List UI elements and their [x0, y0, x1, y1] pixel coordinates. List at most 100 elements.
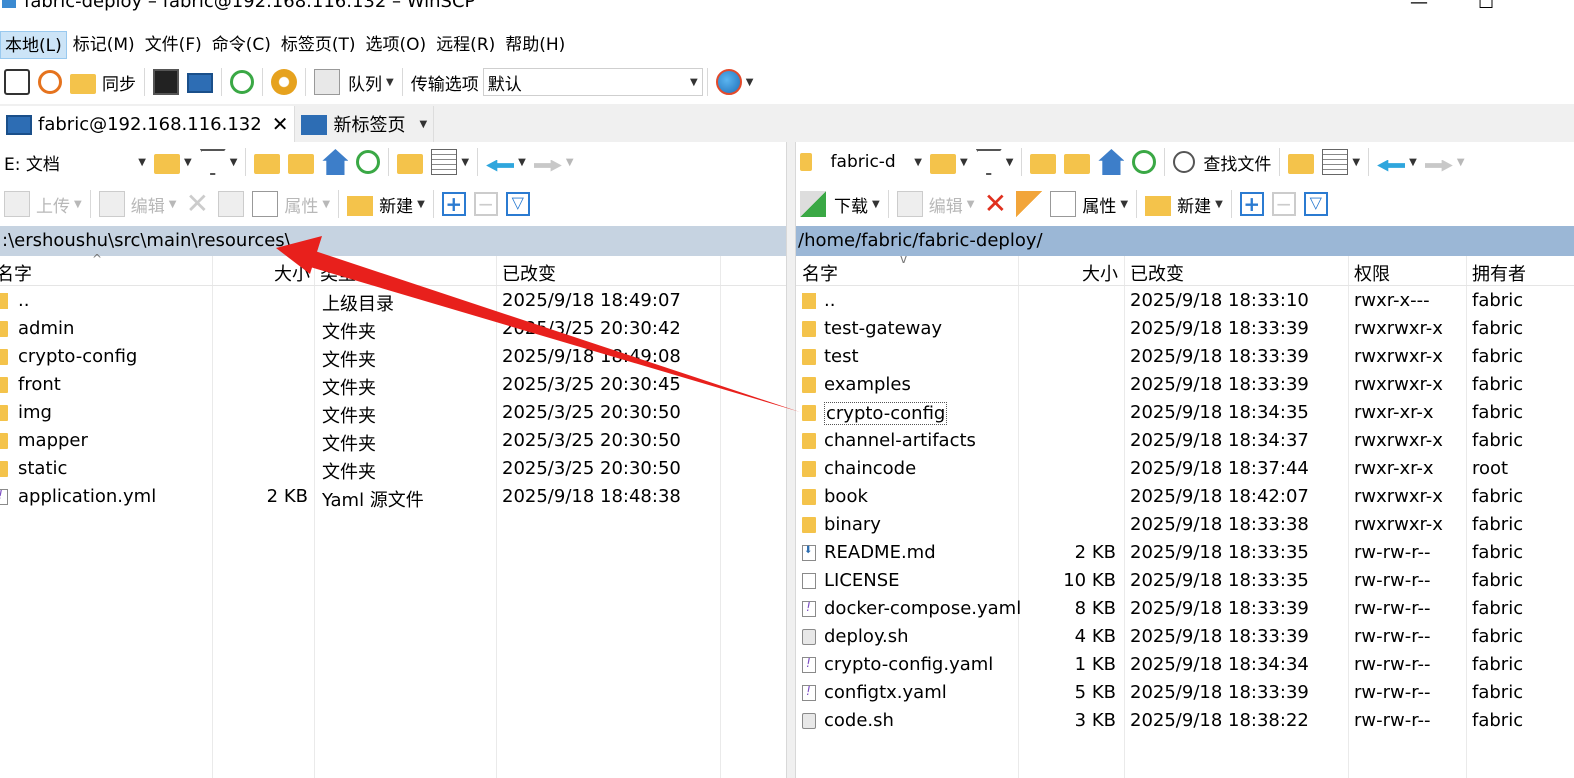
- upload-button[interactable]: 上传 ▼: [0, 188, 86, 220]
- file-row[interactable]: code.sh 3 KB 2025/9/18 18:38:22 rw-rw-r-- fa…: [796, 706, 1574, 734]
- putty-button[interactable]: [183, 66, 217, 98]
- parent-directory-button[interactable]: [250, 146, 284, 178]
- pane-splitter[interactable]: [786, 142, 796, 778]
- forward-button[interactable]: ▼: [530, 146, 578, 178]
- file-row[interactable]: configtx.yaml 5 KB 2025/9/18 18:33:39 rw-rw…: [796, 678, 1574, 706]
- remote-rename-button[interactable]: [1012, 188, 1046, 220]
- select-all-button[interactable]: ▽: [502, 188, 534, 220]
- file-row[interactable]: crypto-config 2025/9/18 18:34:35 rwxr-xr-x…: [796, 398, 1574, 426]
- find-files-button[interactable]: 查找文件: [1169, 146, 1275, 178]
- rename-button[interactable]: [214, 188, 248, 220]
- close-tab-icon[interactable]: ✕: [272, 112, 289, 136]
- synchronize-button[interactable]: 同步: [66, 66, 140, 98]
- remote-columns-button[interactable]: ▼: [1318, 146, 1364, 178]
- file-row[interactable]: .. 2025/9/18 18:33:10 rwxr-x--- fabric: [796, 286, 1574, 314]
- file-row[interactable]: book 2025/9/18 18:42:07 rwxrwxr-x fabric: [796, 482, 1574, 510]
- properties-button[interactable]: 属性 ▼: [248, 188, 334, 220]
- menu-files[interactable]: 文件(F): [141, 31, 206, 59]
- column-header-size[interactable]: 大小: [1082, 260, 1118, 286]
- refresh-session-button[interactable]: [226, 66, 258, 98]
- remote-unselect-files-button[interactable]: −: [1268, 188, 1300, 220]
- open-directory-button[interactable]: ▼: [150, 146, 196, 178]
- file-row[interactable]: application.yml 2 KB Yaml 源文件 2025/9/18 18:…: [0, 482, 786, 511]
- remote-bookmarks-button[interactable]: [1284, 146, 1318, 178]
- remote-new-button[interactable]: 新建 ▼: [1141, 188, 1227, 220]
- column-header-changed[interactable]: 已改变: [502, 260, 556, 286]
- unselect-files-button[interactable]: −: [470, 188, 502, 220]
- menu-help[interactable]: 帮助(H): [501, 31, 569, 59]
- column-header-owner[interactable]: 拥有者: [1472, 260, 1526, 286]
- local-file-list[interactable]: 名字 ^ 大小 类型 已改变 .. 上级目录 2025/9/18 18:49:07 a…: [0, 252, 786, 778]
- select-files-button[interactable]: +: [438, 188, 470, 220]
- remote-open-directory-button[interactable]: ▼: [926, 146, 972, 178]
- file-row[interactable]: crypto-config.yaml 1 KB 2025/9/18 18:34:34…: [796, 650, 1574, 678]
- file-row[interactable]: examples 2025/9/18 18:33:39 rwxrwxr-x fabri…: [796, 370, 1574, 398]
- back-button[interactable]: ▼: [482, 146, 530, 178]
- file-row[interactable]: static 文件夹 2025/3/25 20:30:50: [0, 454, 786, 483]
- file-row[interactable]: test-gateway 2025/9/18 18:33:39 rwxrwxr-x f…: [796, 314, 1574, 342]
- home-directory-button[interactable]: [318, 146, 352, 178]
- site-manager-button[interactable]: ▼: [712, 66, 758, 98]
- remote-select-files-button[interactable]: +: [1236, 188, 1268, 220]
- download-button[interactable]: 下载 ▼: [796, 188, 884, 220]
- queue-button[interactable]: 队列 ▼: [310, 66, 398, 98]
- menu-remote[interactable]: 远程(R): [432, 31, 499, 59]
- remote-refresh-button[interactable]: [1128, 146, 1160, 178]
- file-row[interactable]: admin 文件夹 2025/3/25 20:30:42: [0, 314, 786, 343]
- compare-directories-button[interactable]: [0, 66, 34, 98]
- column-header-name[interactable]: 名字: [802, 260, 838, 286]
- filter-button[interactable]: ▼: [196, 146, 242, 178]
- remote-root-directory-button[interactable]: [1060, 146, 1094, 178]
- remote-path-bar[interactable]: /home/fabric/fabric-deploy/: [796, 226, 1574, 256]
- transfer-settings-select[interactable]: 默认 ▼: [482, 68, 703, 96]
- menu-commands[interactable]: 命令(C): [208, 31, 275, 59]
- column-header-name[interactable]: 名字: [0, 260, 32, 286]
- menu-tabs[interactable]: 标签页(T): [277, 31, 360, 59]
- minimize-button[interactable]: —: [1410, 0, 1428, 13]
- root-directory-button[interactable]: [284, 146, 318, 178]
- file-row[interactable]: .. 上级目录 2025/9/18 18:49:07: [0, 286, 786, 315]
- columns-button[interactable]: ▼: [427, 146, 473, 178]
- file-row[interactable]: chaincode 2025/9/18 18:37:44 rwxr-xr-x root: [796, 454, 1574, 482]
- remote-folder-select[interactable]: fabric-d ▼: [796, 148, 926, 176]
- new-button[interactable]: 新建 ▼: [343, 188, 429, 220]
- maximize-button[interactable]: ☐: [1478, 0, 1494, 13]
- column-header-type[interactable]: 类型: [320, 260, 356, 286]
- open-terminal-button[interactable]: [149, 66, 183, 98]
- refresh-button[interactable]: [352, 146, 384, 178]
- remote-forward-button[interactable]: ▼: [1421, 146, 1469, 178]
- file-row[interactable]: README.md 2 KB 2025/9/18 18:33:35 rw-rw-r--…: [796, 538, 1574, 566]
- remote-parent-directory-button[interactable]: [1026, 146, 1060, 178]
- local-path-bar[interactable]: :\ershoushu\src\main\resources\: [0, 226, 786, 256]
- column-header-rights[interactable]: 权限: [1354, 260, 1390, 286]
- file-row[interactable]: test 2025/9/18 18:33:39 rwxrwxr-x fabric: [796, 342, 1574, 370]
- synchronize-browsing-button[interactable]: [34, 66, 66, 98]
- menu-local[interactable]: 本地(L): [0, 31, 67, 59]
- remote-edit-button[interactable]: 编辑 ▼: [893, 188, 979, 220]
- file-row[interactable]: mapper 文件夹 2025/3/25 20:30:50: [0, 426, 786, 455]
- column-header-size[interactable]: 大小: [274, 260, 310, 286]
- preferences-button[interactable]: [267, 66, 301, 98]
- menu-options[interactable]: 选项(O): [362, 31, 431, 59]
- remote-filter-button[interactable]: ▼: [972, 146, 1018, 178]
- file-row[interactable]: docker-compose.yaml 8 KB 2025/9/18 18:33:3…: [796, 594, 1574, 622]
- file-row[interactable]: front 文件夹 2025/3/25 20:30:45: [0, 370, 786, 399]
- edit-button[interactable]: 编辑 ▼: [95, 188, 181, 220]
- file-row[interactable]: channel-artifacts 2025/9/18 18:34:37 rwxrw…: [796, 426, 1574, 454]
- bookmarks-button[interactable]: [393, 146, 427, 178]
- remote-home-directory-button[interactable]: [1094, 146, 1128, 178]
- remote-select-all-button[interactable]: ▽: [1300, 188, 1332, 220]
- file-row[interactable]: binary 2025/9/18 18:33:38 rwxrwxr-x fabric: [796, 510, 1574, 538]
- file-row[interactable]: img 文件夹 2025/3/25 20:30:50: [0, 398, 786, 427]
- delete-button[interactable]: ✕: [180, 188, 214, 220]
- remote-file-list[interactable]: 名字 v 大小 已改变 权限 拥有者 .. 2025/9/18 18:33:10 r…: [796, 252, 1574, 778]
- tab-session[interactable]: fabric@192.168.116.132 ✕: [0, 106, 296, 142]
- remote-properties-button[interactable]: 属性 ▼: [1046, 188, 1132, 220]
- remote-back-button[interactable]: ▼: [1373, 146, 1421, 178]
- remote-delete-button[interactable]: ✕: [978, 188, 1012, 220]
- file-row[interactable]: crypto-config 文件夹 2025/9/18 18:49:08: [0, 342, 786, 371]
- local-drive-select[interactable]: E: 文档 ▼: [0, 148, 150, 176]
- menu-mark[interactable]: 标记(M): [69, 31, 139, 59]
- tab-new[interactable]: 新标签页 ▼: [295, 106, 435, 142]
- file-row[interactable]: deploy.sh 4 KB 2025/9/18 18:33:39 rw-rw-r--…: [796, 622, 1574, 650]
